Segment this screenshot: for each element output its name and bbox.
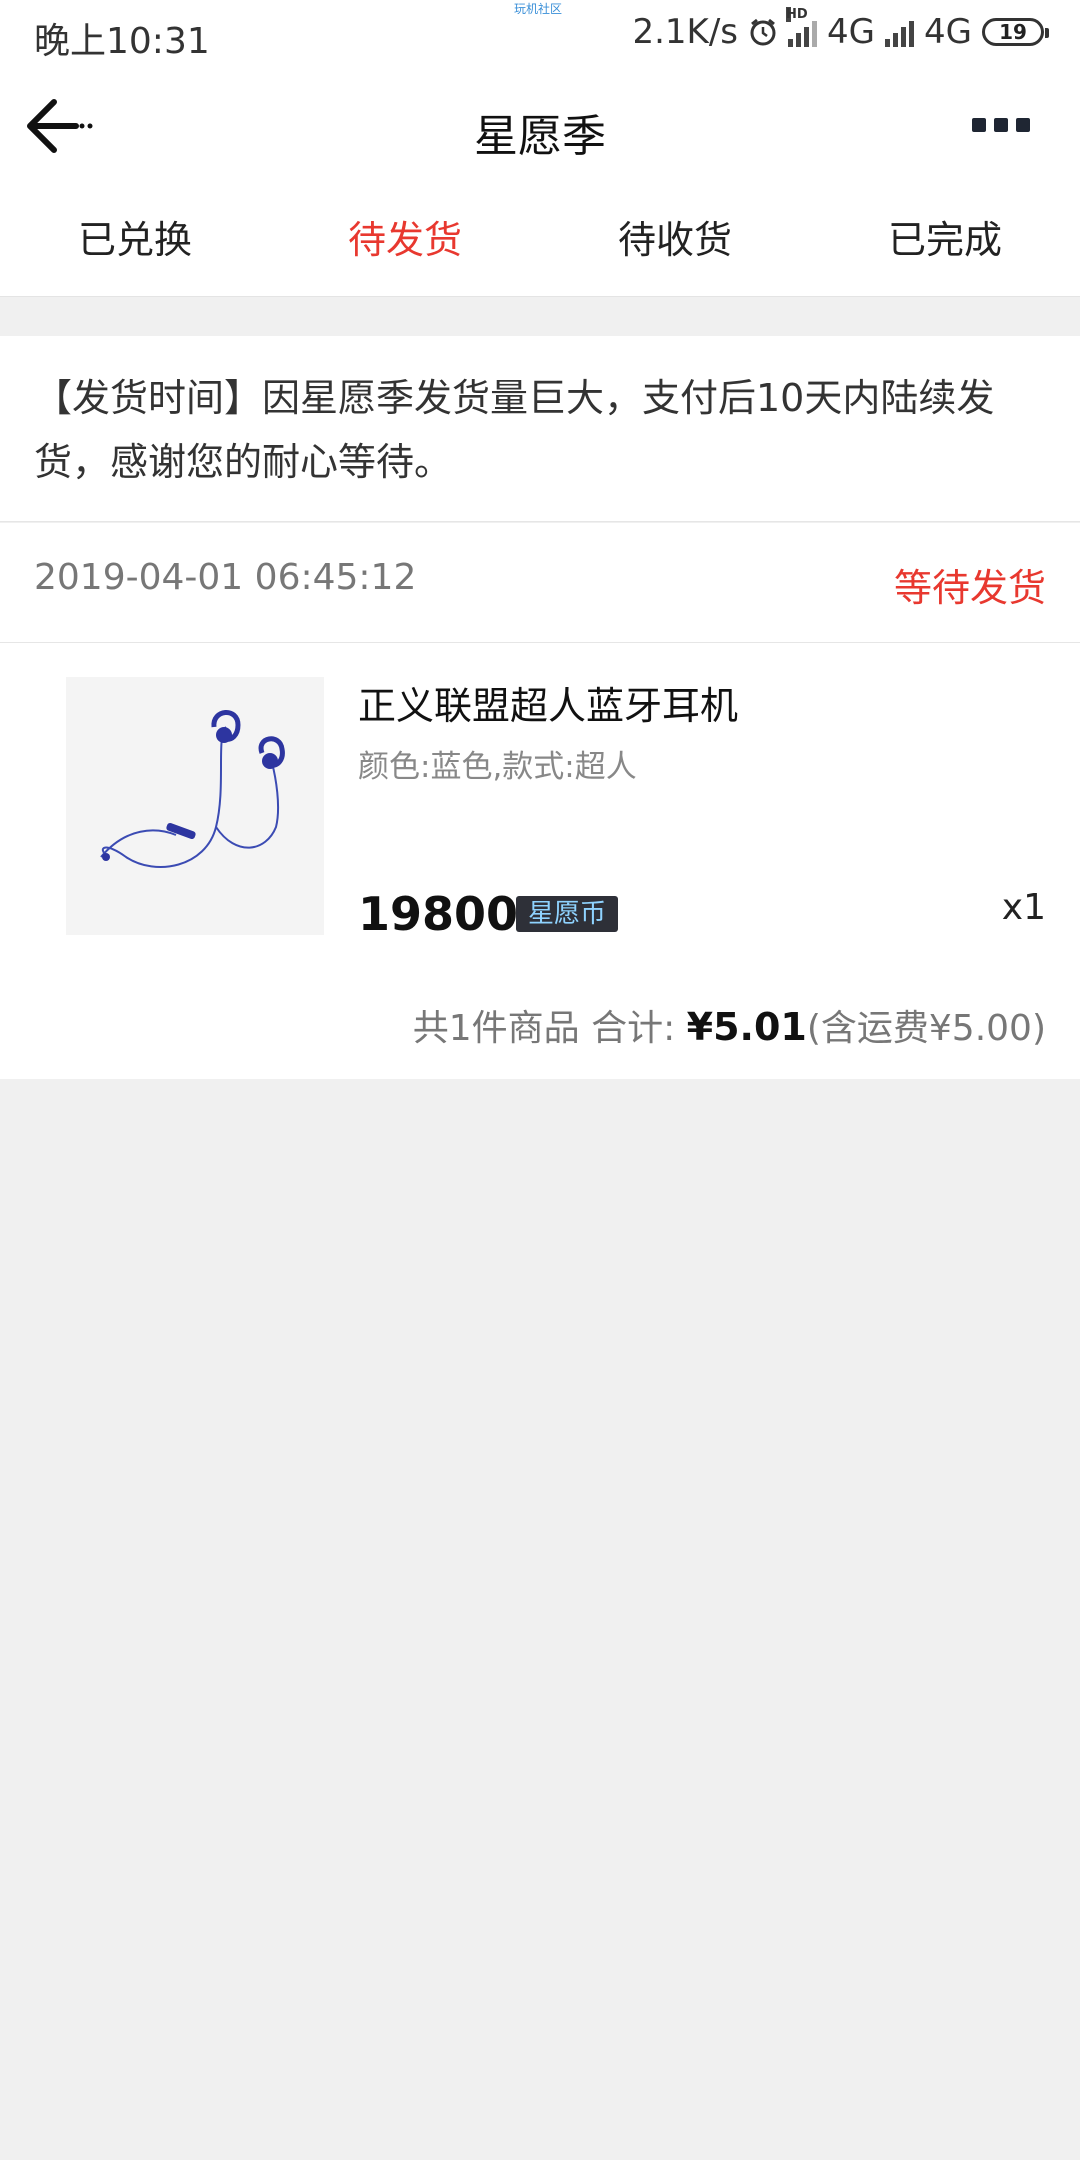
summary-shipping: (含运费¥5.00) (806, 1008, 1046, 1049)
product-quantity: x1 (1001, 887, 1046, 928)
summary-total: ¥5.01 (686, 1005, 807, 1049)
alarm-icon (750, 18, 776, 46)
net-speed: 2.1K/s (632, 12, 739, 52)
network-type-2: 4G (924, 12, 972, 52)
tab-pending-shipment[interactable]: 待发货 (270, 188, 540, 296)
more-dot-icon (994, 118, 1008, 132)
hd-label: HD (786, 7, 808, 22)
page-title: 星愿季 (474, 111, 606, 162)
order-time: 2019-04-01 06:45:12 (34, 557, 417, 598)
order-card[interactable]: 2019-04-01 06:45:12 等待发货 正义联盟超人蓝牙耳机 颜色:蓝… (0, 523, 1080, 1079)
order-status: 等待发货 (893, 566, 1046, 610)
battery-level: 19 (999, 20, 1027, 44)
more-dot-icon (972, 118, 986, 132)
product-price: 19800 (358, 887, 519, 941)
order-status-tabs: 已兑换 待发货 待收货 已完成 (0, 188, 1080, 297)
signal-icon-1: HD (786, 7, 818, 47)
navigation-bar: 星愿季 (0, 66, 1080, 188)
shipping-notice: 【发货时间】因星愿季发货量巨大，支付后10天内陆续发货，感谢您的耐心等待。 (0, 336, 1080, 522)
network-type-1: 4G (827, 12, 876, 52)
order-header: 2019-04-01 06:45:12 等待发货 (0, 523, 1080, 643)
battery-icon: 19 (982, 18, 1049, 46)
status-icons: 2.1K/s HD 4G 4G 19 (632, 7, 1049, 54)
signal-icon-2 (885, 17, 915, 47)
currency-badge: 星愿币 (516, 896, 619, 932)
product-image[interactable] (66, 677, 324, 935)
more-dot-icon (1016, 118, 1030, 132)
earphones-image (100, 710, 285, 868)
status-bar: 晚上10:31 玩机社区 2.1K/s HD 4G 4G 19 (0, 0, 1080, 66)
tab-completed[interactable]: 已完成 (810, 188, 1080, 296)
watermark-text: 玩机社区 (514, 2, 563, 16)
order-summary: 共1件商品 合计: ¥5.01(含运费¥5.00) (413, 999, 1046, 1051)
tab-pending-receipt[interactable]: 待收货 (540, 188, 810, 296)
tab-exchanged[interactable]: 已兑换 (0, 188, 270, 296)
summary-prefix: 共1件商品 合计: (412, 1008, 687, 1049)
product-spec: 颜色:蓝色,款式:超人 (358, 749, 637, 785)
more-options-button[interactable] (972, 118, 1032, 134)
status-time: 晚上10:31 (34, 21, 210, 62)
product-name[interactable]: 正义联盟超人蓝牙耳机 (358, 675, 738, 730)
